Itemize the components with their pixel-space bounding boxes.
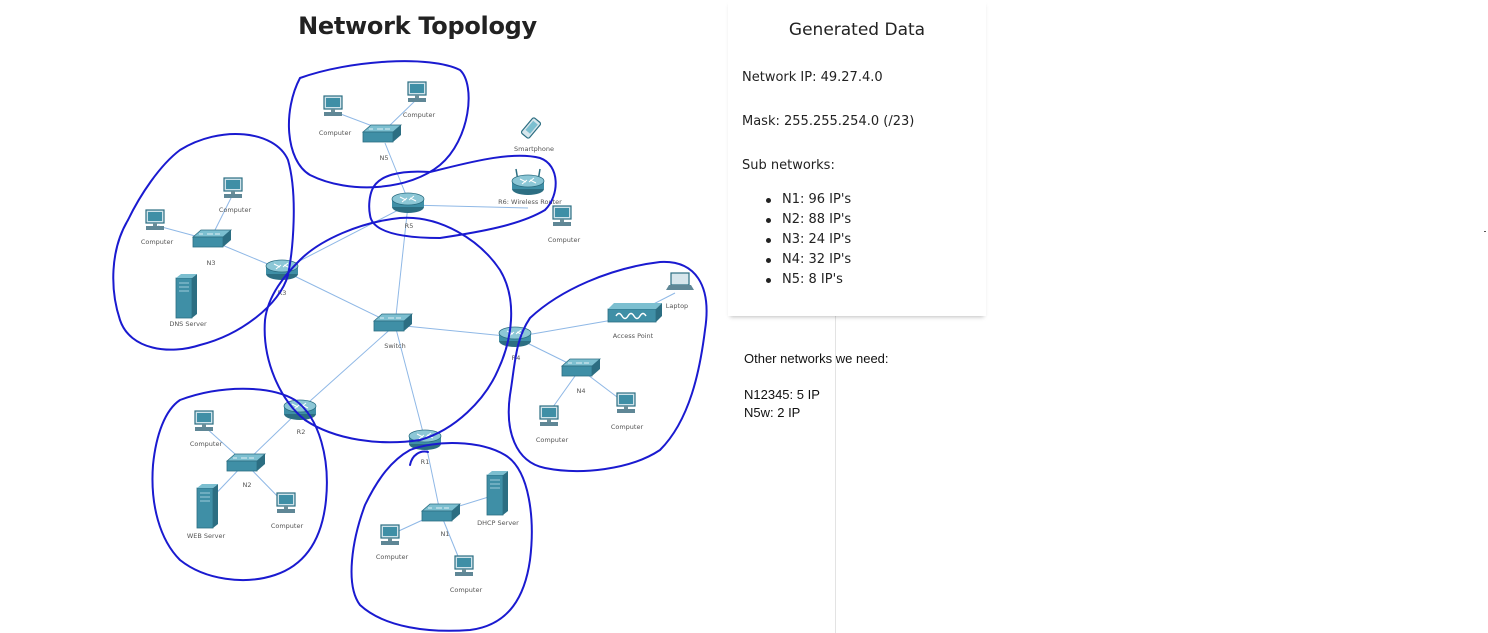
n5-switch-icon [362, 124, 402, 143]
n4-computer-1-label: Computer [536, 436, 569, 444]
subnet-item: N3: 24 IP's [766, 230, 851, 250]
core-switch-icon [373, 313, 413, 332]
n4-computer-1-icon [539, 405, 559, 427]
mask-value: 255.255.254.0 (/23) [784, 114, 915, 129]
web-server-icon [196, 483, 219, 529]
n2-computer-1-label: Computer [190, 440, 223, 448]
n1-computer-1-icon [380, 524, 400, 546]
mask-label: Mask: [742, 114, 780, 129]
n1-computer-2-label: Computer [450, 586, 483, 594]
n2-computer-1-icon [194, 410, 214, 432]
access-point-icon [607, 303, 662, 323]
notes-heading: Other networks we need: [744, 351, 889, 366]
n3-switch-label: N3 [207, 259, 216, 267]
network-devices [145, 81, 694, 577]
network-ip-row: Network IP: 49.27.4.0 [742, 70, 883, 85]
r4-router-icon [498, 326, 532, 348]
web-server-label: WEB Server [187, 532, 226, 540]
stray-mark [1484, 231, 1486, 232]
access-point-label: Access Point [613, 332, 654, 340]
subnets-heading: Sub networks: [742, 158, 835, 173]
n2-switch-icon [226, 453, 266, 472]
n5-computer-2-label: Computer [403, 111, 436, 119]
n3-computer-1-icon [145, 209, 165, 231]
smartphone-icon [520, 117, 542, 139]
n2-computer-2-icon [276, 492, 296, 514]
core-switch-label: Switch [384, 342, 406, 350]
mask-row: Mask: 255.255.254.0 (/23) [742, 114, 914, 129]
n5-computer-2-icon [407, 81, 427, 103]
subnet-item: N5: 8 IP's [766, 270, 851, 290]
r3-router-icon [265, 259, 299, 281]
n1-computer-1-label: Computer [376, 553, 409, 561]
hand-drawn-annotations [112, 60, 708, 632]
network-ip-label: Network IP: [742, 70, 817, 85]
n5-computer-1-icon [323, 95, 343, 117]
network-ip-value: 49.27.4.0 [820, 70, 883, 85]
notes-line: N12345: 5 IP [744, 387, 820, 402]
n2-switch-label: N2 [243, 481, 252, 489]
dhcp-server-icon [486, 470, 509, 516]
page-title: Network Topology [298, 12, 537, 40]
subnet-item: N4: 32 IP's [766, 250, 851, 270]
laptop-label: Laptop [666, 302, 688, 310]
n1-switch-label: N1 [441, 530, 450, 538]
n5-computer-1-label: Computer [319, 129, 352, 137]
dns-server-icon [175, 273, 198, 319]
wireless-router-icon [511, 168, 545, 196]
n3-computer-2-icon [223, 177, 243, 199]
smartphone-label: Smartphone [514, 145, 554, 153]
r1-label: R1 [421, 458, 430, 466]
r6-computer-label: Computer [548, 236, 581, 244]
generated-data-title: Generated Data [788, 20, 926, 40]
n3-switch-icon [192, 229, 232, 248]
r5-router-icon [391, 192, 425, 214]
subnets-list: N1: 96 IP's N2: 88 IP's N3: 24 IP's N4: … [766, 190, 851, 290]
subnet-item: N2: 88 IP's [766, 210, 851, 230]
n2-computer-2-label: Computer [271, 522, 304, 530]
dhcp-server-label: DHCP Server [477, 519, 519, 527]
n4-switch-icon [561, 358, 601, 377]
r6-computer-icon [552, 205, 572, 227]
n3-computer-2-label: Computer [219, 206, 252, 214]
generated-data-card: Generated Data Network IP: 49.27.4.0 Mas… [728, 0, 986, 316]
subnet-item: N1: 96 IP's [766, 190, 851, 210]
n1-computer-2-icon [454, 555, 474, 577]
n3-computer-1-label: Computer [141, 238, 174, 246]
laptop-icon [666, 272, 694, 290]
n4-switch-label: N4 [577, 387, 586, 395]
n5-switch-label: N5 [380, 154, 389, 162]
n4-computer-2-icon [616, 392, 636, 414]
n4-computer-2-label: Computer [611, 423, 644, 431]
n1-switch-icon [421, 503, 461, 522]
r2-label: R2 [297, 428, 306, 436]
r5-label: R5 [405, 222, 414, 230]
dns-server-label: DNS Server [169, 320, 207, 328]
device-labels: Computer Computer N5 Smartphone R6: Wire… [141, 111, 688, 594]
notes-line: N5w: 2 IP [744, 405, 801, 420]
topology-panel: Computer Computer N5 Smartphone R6: Wire… [0, 0, 836, 633]
topology-diagram: Computer Computer N5 Smartphone R6: Wire… [112, 60, 708, 632]
